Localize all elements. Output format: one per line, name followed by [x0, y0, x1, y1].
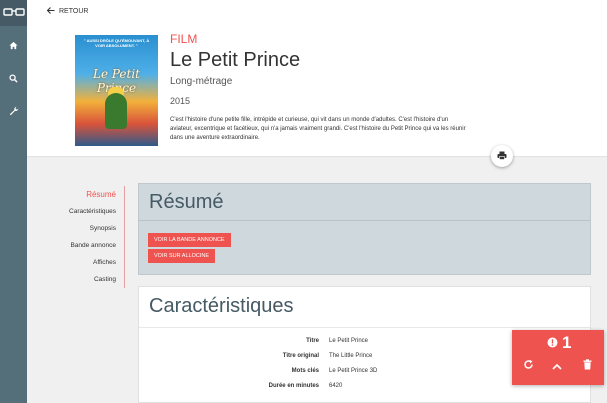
- menu-item-bande-annonce[interactable]: Bande annonce: [53, 237, 124, 254]
- wrench-icon: [9, 103, 19, 121]
- back-label: RETOUR: [59, 8, 89, 15]
- back-link[interactable]: RETOUR: [46, 7, 89, 16]
- resume-card: Résumé VOIR LA BANDE ANNONCE VOIR SUR AL…: [138, 183, 591, 275]
- row-value: Le Petit Prince: [329, 338, 369, 344]
- arrow-left-icon: [46, 7, 55, 16]
- poster-character: [105, 93, 127, 129]
- menu-item-synopsis[interactable]: Synopsis: [53, 220, 124, 237]
- error-count-value: 1: [562, 333, 572, 352]
- divider: [139, 220, 590, 221]
- film-description: C'est l'histoire d'une petite fille, int…: [170, 117, 466, 141]
- row-value: 6420: [329, 383, 343, 389]
- film-poster: " AUSSI DRÔLE QU'ÉMOUVANT, À VOIR ABSOLU…: [75, 35, 158, 146]
- trailer-button[interactable]: VOIR LA BANDE ANNONCE: [148, 233, 231, 247]
- characteristics-heading: Caractéristiques: [149, 295, 294, 317]
- poster-tagline: " AUSSI DRÔLE QU'ÉMOUVANT, À VOIR ABSOLU…: [83, 38, 150, 48]
- refresh-icon: [523, 357, 534, 375]
- row-key: Durée en minutes: [268, 383, 319, 389]
- divider: [139, 327, 590, 328]
- print-icon: [497, 147, 507, 165]
- refresh-button[interactable]: [518, 356, 538, 376]
- nav-search[interactable]: [0, 70, 27, 88]
- menu-item-casting[interactable]: Casting: [53, 271, 124, 288]
- menu-item-affiches[interactable]: Affiches: [53, 254, 124, 271]
- glasses-icon: [2, 4, 25, 22]
- menu-item-caracteristiques[interactable]: Caractéristiques: [53, 203, 124, 220]
- row-key: Titre original: [282, 353, 319, 359]
- page-title: Le Petit Prince: [170, 49, 301, 71]
- table-row: Durée en minutes 6420: [139, 383, 590, 397]
- film-year: 2015: [170, 96, 191, 106]
- row-key: Titre: [306, 338, 319, 344]
- trash-icon: [583, 357, 592, 375]
- nav-tools[interactable]: [0, 103, 27, 121]
- row-key: Mots clés: [291, 368, 319, 374]
- error-count[interactable]: 1: [547, 333, 571, 353]
- sidebar-rail: [0, 0, 27, 403]
- row-value: Le Petit Prince 3D: [329, 368, 378, 374]
- delete-button[interactable]: [577, 356, 597, 376]
- row-value: The Little Prince: [329, 353, 373, 359]
- collapse-button[interactable]: [547, 356, 567, 376]
- chevron-up-icon: [552, 357, 562, 375]
- section-menu: Résumé Caractéristiques Synopsis Bande a…: [53, 186, 125, 288]
- nav-home[interactable]: [0, 37, 27, 55]
- search-icon: [9, 70, 18, 88]
- film-kind: FILM: [170, 32, 198, 46]
- error-panel: 1: [512, 330, 604, 385]
- resume-heading: Résumé: [149, 191, 224, 213]
- film-subtitle: Long-métrage: [170, 76, 233, 87]
- home-icon: [9, 37, 18, 55]
- logo[interactable]: [0, 0, 27, 26]
- print-button[interactable]: [491, 145, 513, 167]
- allocine-button[interactable]: VOIR SUR ALLOCINE: [148, 249, 216, 263]
- film-header: RETOUR " AUSSI DRÔLE QU'ÉMOUVANT, À VOIR…: [27, 0, 607, 167]
- alert-circle-icon: [547, 333, 558, 353]
- menu-item-resume[interactable]: Résumé: [53, 186, 124, 203]
